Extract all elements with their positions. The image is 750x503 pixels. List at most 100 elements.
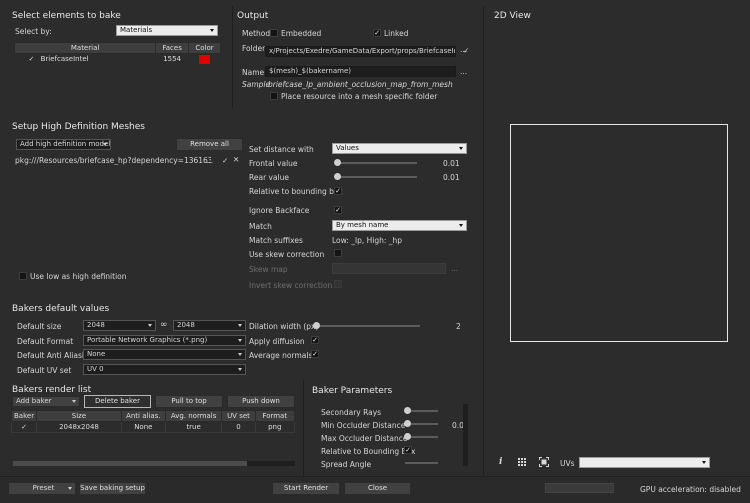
pull-to-top-button[interactable]: Pull to top — [155, 395, 223, 408]
linked-radio[interactable]: ✓ — [373, 29, 381, 37]
ignore-backface-checkbox[interactable]: ✓ — [334, 206, 342, 214]
relative-bbox-param-checkbox[interactable]: ✓ — [404, 446, 412, 454]
uv-canvas[interactable] — [510, 124, 728, 342]
start-render-button[interactable]: Start Render — [272, 482, 340, 495]
rear-value: 0.01 — [443, 173, 460, 182]
table-row[interactable]: ✓ 2048x2048 None true 0 png — [10, 421, 296, 433]
sample-label: Sample — [242, 80, 271, 89]
skew-map-field[interactable] — [332, 263, 446, 274]
skew-map-browse-button[interactable]: ... — [451, 264, 458, 273]
select-by-value: Materials — [120, 26, 153, 34]
linked-label: Linked — [384, 29, 409, 38]
min-occluder-handle[interactable] — [404, 420, 411, 427]
col-aa[interactable]: Anti alias. — [120, 410, 166, 422]
remove-all-button[interactable]: Remove all — [176, 138, 243, 151]
preset-dropdown[interactable]: Preset — [8, 482, 76, 495]
match-dropdown[interactable]: By mesh name — [332, 220, 467, 231]
close-button[interactable]: Close — [344, 482, 411, 495]
frontal-slider-handle[interactable] — [334, 159, 341, 166]
match-suffixes-value: Low: _lp, High: _hp — [332, 236, 403, 245]
uvs-label: UVs — [560, 459, 575, 468]
folder-confirm-check-icon[interactable]: ✓ — [463, 46, 469, 55]
default-uv-dropdown[interactable]: UV 0 — [83, 364, 246, 375]
folder-label: Folder — [242, 44, 266, 53]
sample-value: briefcase_lp_ambient_occlusion_map_from_… — [268, 80, 453, 89]
mesh-folder-label: Place resource into a mesh specific fold… — [281, 92, 438, 101]
add-hd-model-dropdown[interactable]: Add high definition model — [16, 139, 111, 150]
max-occluder-handle[interactable] — [404, 433, 411, 440]
folder-field[interactable]: x/Projects/Exedre/GameData/Export/props/… — [265, 46, 456, 57]
col-color[interactable]: Color — [188, 42, 221, 54]
progress-bar — [545, 483, 614, 493]
apply-diffusion-label: Apply diffusion — [249, 337, 305, 346]
color-swatch[interactable] — [199, 54, 211, 64]
chevron-down-icon — [238, 324, 242, 327]
col-faces[interactable]: Faces — [155, 42, 190, 54]
render-list-scrollbar[interactable] — [13, 461, 295, 466]
col-size[interactable]: Size — [36, 410, 122, 422]
use-low-checkbox[interactable] — [19, 272, 27, 280]
embedded-radio[interactable] — [270, 29, 278, 37]
grid-icon[interactable] — [518, 458, 526, 466]
match-value: By mesh name — [336, 221, 389, 229]
baker-params-scrollbar[interactable] — [463, 404, 468, 466]
dilation-slider-handle[interactable] — [313, 322, 320, 329]
mesh-folder-checkbox[interactable] — [270, 92, 278, 100]
delete-baker-button[interactable]: Delete baker — [84, 395, 151, 408]
baker-check[interactable]: ✓ — [10, 421, 38, 433]
col-uv-set[interactable]: UV set — [221, 410, 256, 422]
hd-mesh-remove-icon[interactable]: ✕ — [233, 155, 239, 164]
dilation-slider[interactable] — [314, 325, 420, 327]
color-cell[interactable] — [189, 54, 221, 65]
rear-slider-handle[interactable] — [334, 173, 341, 180]
preset-label: Preset — [32, 484, 55, 492]
col-material[interactable]: Material — [13, 42, 157, 54]
push-down-button[interactable]: Push down — [227, 395, 295, 408]
add-baker-dropdown[interactable]: Add baker — [12, 396, 80, 407]
default-size-height-dropdown[interactable]: 2048 — [173, 320, 246, 331]
row-check[interactable]: ✓ — [29, 55, 35, 63]
spread-angle-slider[interactable] — [405, 462, 438, 464]
min-occluder-label: Min Occluder Distance — [321, 421, 406, 430]
rear-slider[interactable] — [335, 176, 417, 178]
materials-table: Material Faces Color ✓ BriefcaseIntel 15… — [13, 42, 221, 65]
divider — [483, 6, 484, 476]
average-normals-checkbox[interactable]: ✓ — [311, 350, 319, 358]
secondary-rays-handle[interactable] — [404, 407, 411, 414]
frontal-slider[interactable] — [335, 162, 417, 164]
skew-map-label: Skew map — [249, 265, 288, 274]
apply-diffusion-checkbox[interactable]: ✓ — [311, 336, 319, 344]
add-hd-model-label: Add high definition model — [20, 140, 111, 148]
set-distance-dropdown[interactable]: Values — [332, 143, 467, 154]
skew-correction-checkbox[interactable] — [334, 249, 342, 257]
info-icon[interactable]: i — [499, 457, 502, 467]
name-browse-button[interactable]: ... — [460, 67, 467, 76]
relative-bbox-checkbox[interactable]: ✓ — [334, 187, 342, 195]
name-field[interactable]: $(mesh)_$(bakername) — [265, 66, 456, 77]
save-baking-setup-button[interactable]: Save baking setup — [79, 482, 146, 495]
material-cell: ✓ BriefcaseIntel — [15, 54, 156, 65]
link-icon[interactable]: ∞ — [160, 320, 168, 330]
chevron-down-icon — [210, 29, 214, 32]
col-avg-normals[interactable]: Avg. normals — [164, 410, 223, 422]
uvs-dropdown[interactable] — [579, 457, 710, 468]
scrollbar-thumb[interactable] — [13, 461, 247, 466]
col-baker[interactable]: Baker — [10, 410, 38, 422]
max-occluder-label: Max Occluder Distance — [321, 434, 408, 443]
default-size-width-dropdown[interactable]: 2048 — [83, 320, 156, 331]
frontal-value: 0.01 — [443, 159, 460, 168]
embedded-label: Embedded — [281, 29, 322, 38]
hd-mesh-browse-button[interactable]: ... — [206, 156, 213, 165]
default-aa-dropdown[interactable]: None — [83, 349, 246, 360]
hd-mesh-path[interactable]: pkg:///Resources/briefcase_hp?dependency… — [15, 156, 211, 165]
fit-view-icon[interactable] — [539, 457, 549, 467]
high-def-title: Setup High Definition Meshes — [12, 122, 145, 132]
chevron-down-icon — [459, 224, 463, 227]
select-by-dropdown[interactable]: Materials — [116, 25, 218, 36]
table-row[interactable]: ✓ BriefcaseIntel 1554 — [15, 54, 221, 65]
hd-mesh-confirm-check-icon[interactable]: ✓ — [222, 156, 228, 165]
invert-skew-checkbox[interactable] — [334, 280, 342, 288]
default-format-dropdown[interactable]: Portable Network Graphics (*.png) — [83, 335, 246, 346]
col-format[interactable]: Format — [254, 410, 296, 422]
secondary-rays-label: Secondary Rays — [321, 408, 382, 417]
